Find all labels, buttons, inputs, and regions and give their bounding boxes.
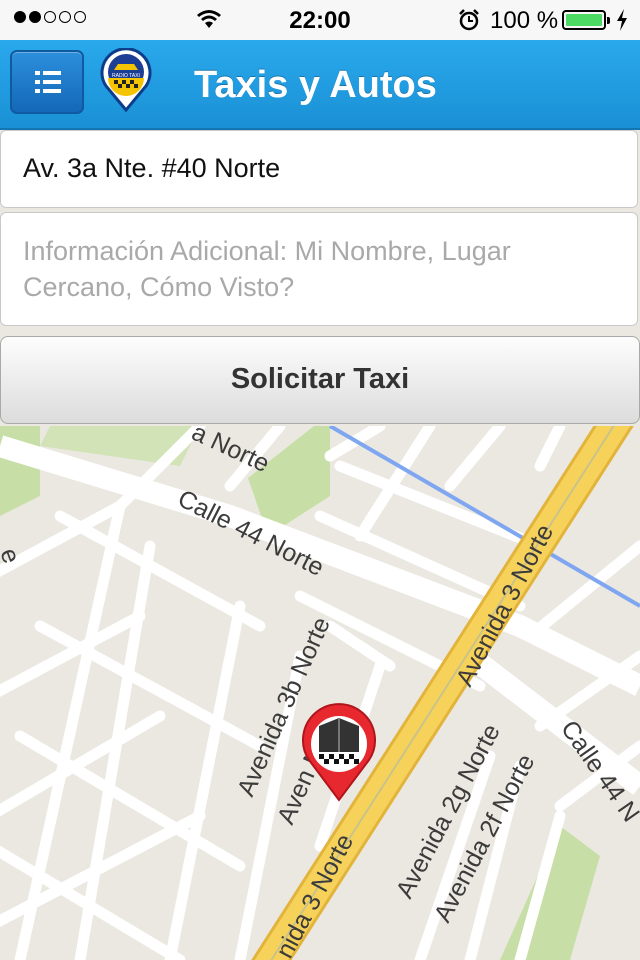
alarm-icon [459,9,479,31]
status-bar: 22:00 100 % [0,0,640,40]
battery-icon [562,10,610,30]
additional-info-field[interactable]: Información Adicional: Mi Nombre, Lugar … [0,212,638,326]
address-value: Av. 3a Nte. #40 Norte [23,153,281,183]
app-logo: RADIO TAXI [100,48,152,112]
page-title: Taxis y Autos [194,64,437,106]
app-header: RADIO TAXI Taxis y Autos [0,40,640,130]
charging-bolt-icon [617,9,627,31]
battery-percent: 100 % [490,7,559,34]
map-view[interactable]: a Norte Calle 44 Norte e Avenida 3 Norte… [0,426,640,960]
additional-info-placeholder: Información Adicional: Mi Nombre, Lugar … [23,236,511,302]
request-taxi-label: Solicitar Taxi [230,363,410,395]
list-menu-icon [35,71,61,93]
svg-text:RADIO TAXI: RADIO TAXI [112,73,140,79]
address-field[interactable]: Av. 3a Nte. #40 Norte [0,130,638,208]
request-taxi-button[interactable]: Solicitar Taxi [0,336,640,424]
map-canvas[interactable]: a Norte Calle 44 Norte e Avenida 3 Norte… [0,426,640,960]
menu-button[interactable] [10,50,84,114]
